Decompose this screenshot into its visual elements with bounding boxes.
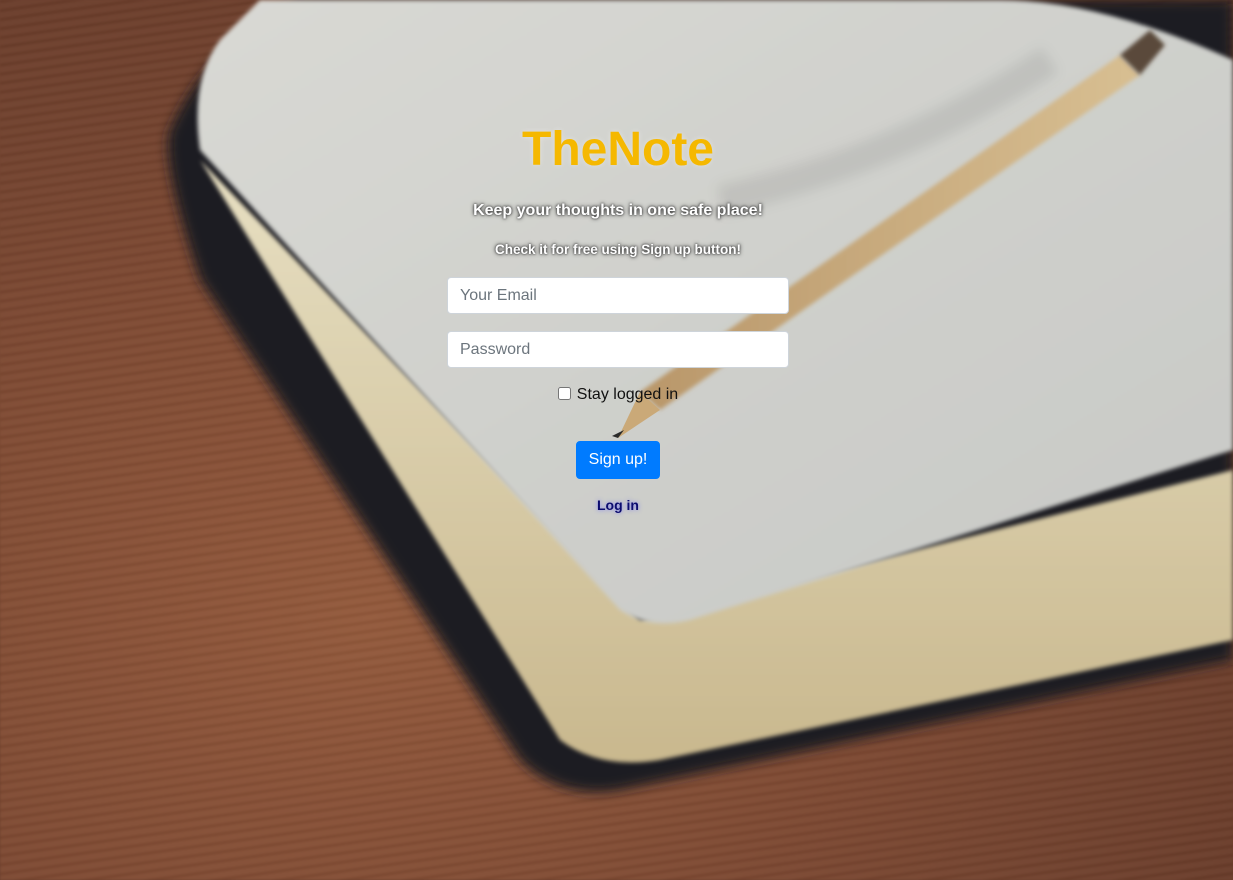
login-link[interactable]: Log in xyxy=(447,497,789,513)
tagline: Keep your thoughts in one safe place! xyxy=(473,202,763,219)
app-title: TheNote xyxy=(522,123,714,176)
password-input[interactable] xyxy=(447,331,789,368)
stay-logged-in[interactable]: Stay logged in xyxy=(447,386,789,404)
stay-logged-in-label: Stay logged in xyxy=(576,386,679,403)
signup-button[interactable]: Sign up! xyxy=(576,441,660,479)
subtagline: Check it for free using Sign up button! xyxy=(495,242,741,257)
stay-logged-in-checkbox[interactable] xyxy=(557,387,571,400)
email-input[interactable] xyxy=(447,277,789,314)
